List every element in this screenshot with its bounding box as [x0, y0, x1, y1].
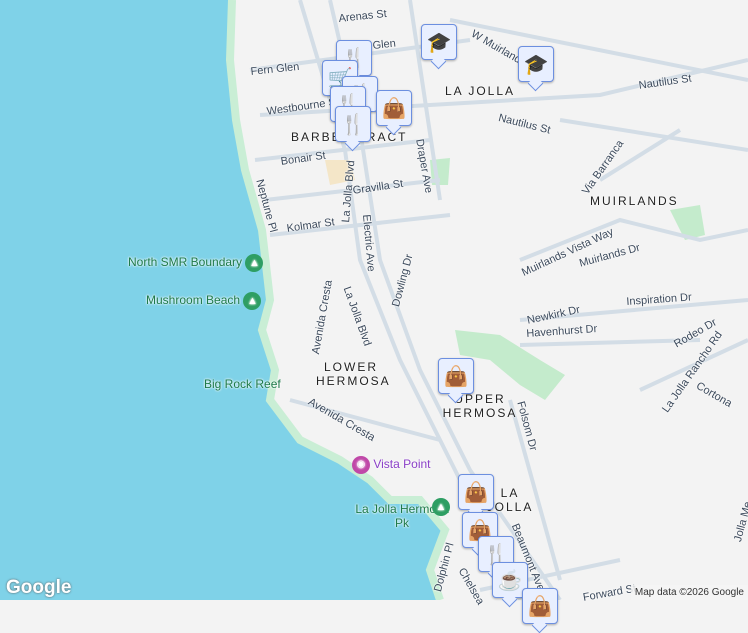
poi-label: Vista Point: [373, 457, 431, 472]
tree-icon: ▲: [432, 498, 450, 516]
coffee-cup-icon: ☕: [497, 569, 523, 592]
camera-icon: ◉: [352, 456, 370, 474]
shopping-marker[interactable]: 👜: [376, 90, 412, 126]
shopping-bag-icon: 👜: [381, 97, 407, 120]
school-marker[interactable]: 🎓: [421, 24, 457, 60]
restaurant-marker[interactable]: 🍴: [335, 106, 371, 142]
shopping-marker[interactable]: 👜: [522, 588, 558, 624]
fork-knife-icon: 🍴: [340, 113, 366, 136]
google-logo: Google: [6, 577, 72, 598]
poi-label: Mushroom Beach: [146, 293, 241, 308]
area-label: LA JOLLA: [445, 84, 516, 98]
map-attribution[interactable]: Map data ©2026 Google: [630, 585, 748, 600]
poi-north-smr-boundary[interactable]: North SMR Boundary ▲: [128, 254, 264, 272]
poi-la-jolla-hermosa-pk[interactable]: ▲ La Jolla Hermosa Pk: [352, 498, 452, 530]
shopping-bag-icon: 👜: [443, 365, 469, 388]
graduation-cap-icon: 🎓: [523, 53, 549, 76]
street-label: Glen: [372, 37, 397, 52]
graduation-cap-icon: 🎓: [426, 31, 452, 54]
poi-label: North SMR Boundary: [128, 255, 243, 270]
poi-vista-point[interactable]: ◉ Vista Point: [352, 456, 431, 474]
area-label: LOWER HERMOSA: [316, 360, 391, 388]
poi-big-rock-reef[interactable]: Big Rock Reef: [204, 377, 281, 391]
shopping-bag-icon: 👜: [527, 595, 553, 618]
tree-icon: ▲: [245, 254, 264, 272]
poi-mushroom-beach[interactable]: Mushroom Beach ▲: [146, 292, 262, 310]
shopping-marker[interactable]: 👜: [438, 358, 474, 394]
area-label: MUIRLANDS: [590, 194, 679, 208]
tree-icon: ▲: [243, 292, 262, 310]
school-marker[interactable]: 🎓: [518, 46, 554, 82]
shopping-bag-icon: 👜: [463, 481, 489, 504]
shopping-marker[interactable]: 👜: [458, 474, 494, 510]
